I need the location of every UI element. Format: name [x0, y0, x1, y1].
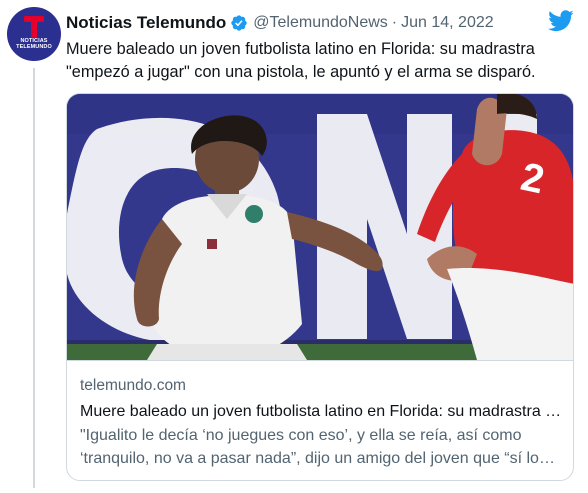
- tweet-date[interactable]: Jun 14, 2022: [401, 14, 494, 32]
- twitter-bird-icon[interactable]: [548, 10, 574, 32]
- author-handle[interactable]: @TelemundoNews: [253, 14, 388, 32]
- telemundo-logo-icon: [24, 16, 44, 38]
- thread-line: [33, 68, 35, 488]
- avatar-logo-text-2: TELEMUNDO: [16, 44, 52, 50]
- separator-dot: ·: [391, 14, 398, 31]
- card-description: "Igualito le decía ‘no juegues con eso’,…: [80, 427, 539, 467]
- card-body: telemundo.com Muere baleado un joven fut…: [80, 376, 562, 470]
- card-image[interactable]: 2: [67, 94, 574, 360]
- tweet-text: Muere baleado un joven futbolista latino…: [66, 40, 536, 81]
- card-divider: [67, 360, 573, 361]
- card-domain: telemundo.com: [80, 377, 186, 394]
- verified-badge-icon: [231, 15, 247, 31]
- author-avatar[interactable]: NOTICIAS TELEMUNDO: [7, 7, 61, 61]
- tweet-header: Noticias Telemundo @TelemundoNews · Jun …: [66, 12, 494, 34]
- card-title[interactable]: Muere baleado un joven futbolista latino…: [80, 401, 562, 423]
- link-preview-card[interactable]: 2 telemundo.com Muere baleado un joven f…: [66, 93, 574, 481]
- author-display-name[interactable]: Noticias Telemundo: [66, 13, 226, 33]
